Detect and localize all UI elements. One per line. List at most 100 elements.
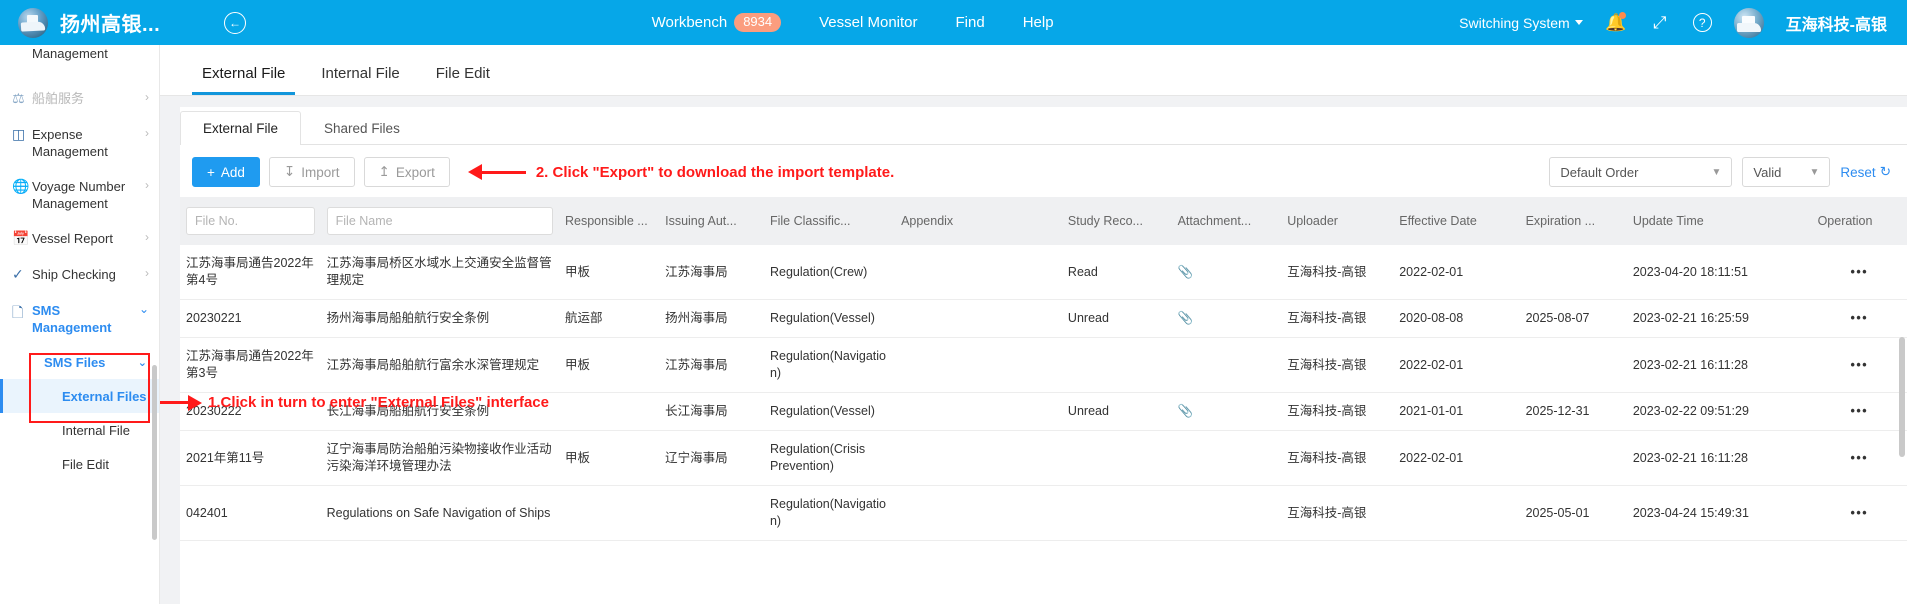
paperclip-icon[interactable]: 📎 bbox=[1171, 299, 1282, 338]
add-button-label: Add bbox=[220, 164, 245, 180]
blank-icon bbox=[12, 45, 32, 54]
question-circle-icon[interactable]: ? bbox=[1692, 13, 1712, 32]
sidebar-collapse-icon[interactable]: ← bbox=[224, 11, 246, 34]
avatar[interactable] bbox=[1733, 7, 1764, 38]
card-tabs: External File Shared Files bbox=[180, 107, 1907, 145]
cell-uploader: 互海科技-高银 bbox=[1281, 245, 1394, 300]
sidebar-item-management-cont[interactable]: Management bbox=[0, 45, 159, 81]
cell-expiration-date bbox=[1519, 430, 1627, 486]
tab-file-edit[interactable]: File Edit bbox=[418, 65, 508, 95]
reset-button[interactable]: Reset ↻ bbox=[1840, 164, 1891, 180]
chevron-down-icon: ⌄ bbox=[137, 356, 147, 369]
sidebar-item-vessel-report[interactable]: 📅 Vessel Report › bbox=[0, 221, 159, 257]
cell-update-time: 2023-02-21 16:25:59 bbox=[1626, 299, 1812, 338]
annotation-step1-text: 1.Click in turn to enter "External Files… bbox=[208, 394, 549, 411]
bell-icon[interactable]: 🔔 bbox=[1605, 11, 1627, 34]
chevron-down-icon: ▼ bbox=[1809, 166, 1820, 178]
row-actions-button[interactable]: ••• bbox=[1811, 430, 1907, 486]
cell-appendix bbox=[895, 245, 1062, 300]
cell-attachment bbox=[1171, 337, 1282, 393]
nav-label-help: Help bbox=[1022, 13, 1054, 31]
th-attachment: Attachment... bbox=[1171, 197, 1282, 245]
paperclip-icon[interactable]: 📎 bbox=[1171, 392, 1282, 431]
cell-responsible: 航运部 bbox=[558, 299, 660, 338]
nav-item-workbench[interactable]: Workbench 8934 bbox=[652, 12, 782, 33]
table-row[interactable]: 江苏海事局通告2022年第4号 江苏海事局桥区水域水上交通安全监督管理规定 甲板… bbox=[180, 245, 1907, 300]
sidebar-item-sms-management[interactable]: 🗋 SMS Management ⌄ bbox=[0, 293, 159, 345]
arrow-shaft bbox=[481, 170, 526, 174]
sidebar-item-label: Expense Management bbox=[32, 127, 108, 159]
cell-file-name[interactable]: 辽宁海事局防治船舶污染物接收作业活动污染海洋环境管理办法 bbox=[320, 430, 559, 486]
sidebar-leaf-label: File Edit bbox=[62, 456, 109, 472]
sidebar-item-internal-file[interactable]: Internal File bbox=[0, 413, 159, 447]
annotation-step1: 1.Click in turn to enter "External Files… bbox=[160, 394, 549, 411]
cell-study-record: Read bbox=[1061, 245, 1172, 300]
cell-update-time: 2023-02-21 16:11:28 bbox=[1626, 430, 1812, 486]
nav-item-find[interactable]: Find bbox=[956, 14, 985, 31]
fullscreen-icon[interactable]: ⤢ bbox=[1649, 12, 1671, 34]
card-tab-shared-files[interactable]: Shared Files bbox=[301, 111, 423, 145]
nav-item-help[interactable]: Help bbox=[1023, 14, 1054, 31]
sidebar-scrollbar[interactable] bbox=[152, 365, 157, 540]
cell-effective-date: 2022-02-01 bbox=[1393, 337, 1520, 393]
cell-responsible: 甲板 bbox=[558, 337, 660, 393]
table-row[interactable]: 2021年第11号 辽宁海事局防治船舶污染物接收作业活动污染海洋环境管理办法 甲… bbox=[180, 430, 1907, 486]
export-button[interactable]: ↥ Export bbox=[363, 157, 450, 187]
file-name-filter-input[interactable] bbox=[326, 207, 553, 235]
sidebar-item-external-files[interactable]: External Files bbox=[0, 379, 159, 413]
import-button[interactable]: ↧ Import bbox=[268, 157, 355, 187]
cell-update-time: 2023-02-21 16:11:28 bbox=[1626, 337, 1812, 393]
file-no-filter-input[interactable] bbox=[186, 207, 315, 235]
row-actions-button[interactable]: ••• bbox=[1811, 245, 1907, 300]
cell-file-no: 2021年第11号 bbox=[180, 430, 321, 486]
database-icon: ◫ bbox=[12, 126, 26, 142]
cell-file-no: 20230221 bbox=[180, 299, 321, 338]
cell-appendix bbox=[895, 392, 1062, 431]
card-tab-external-file[interactable]: External File bbox=[180, 111, 302, 145]
table-row[interactable]: 042401 Regulations on Safe Navigation of… bbox=[180, 485, 1907, 541]
sidebar-item-file-edit[interactable]: File Edit bbox=[0, 447, 159, 481]
plus-icon: + bbox=[207, 164, 215, 180]
row-actions-button[interactable]: ••• bbox=[1811, 392, 1907, 431]
row-actions-button[interactable]: ••• bbox=[1811, 337, 1907, 393]
add-button[interactable]: + Add bbox=[192, 157, 260, 187]
row-actions-button[interactable]: ••• bbox=[1811, 299, 1907, 338]
annotation-step2-text: 2. Click "Export" to download the import… bbox=[535, 163, 895, 181]
cell-file-name[interactable]: 江苏海事局桥区水域水上交通安全监督管理规定 bbox=[320, 245, 559, 300]
table-scrollbar[interactable] bbox=[1899, 337, 1905, 457]
sidebar-item-ship-service[interactable]: ⚖ 船舶服务 › bbox=[0, 81, 159, 117]
cell-file-name[interactable]: 扬州海事局船舶航行安全条例 bbox=[320, 299, 559, 338]
reset-label: Reset bbox=[1840, 164, 1876, 180]
status-select[interactable]: Valid ▼ bbox=[1742, 157, 1831, 187]
cell-effective-date bbox=[1393, 485, 1520, 541]
tab-internal-file[interactable]: Internal File bbox=[303, 65, 417, 95]
sidebar-item-ship-checking[interactable]: ✓ Ship Checking › bbox=[0, 257, 159, 293]
check-circle-icon: ✓ bbox=[12, 266, 24, 282]
table-row[interactable]: 20230221 扬州海事局船舶航行安全条例 航运部 扬州海事局 Regulat… bbox=[180, 299, 1907, 338]
cell-file-name[interactable]: 江苏海事局船舶航行富余水深管理规定 bbox=[320, 337, 559, 393]
table-row[interactable]: 江苏海事局通告2022年第3号 江苏海事局船舶航行富余水深管理规定 甲板 江苏海… bbox=[180, 337, 1907, 393]
sidebar-item-sms-files[interactable]: SMS Files ⌄ bbox=[0, 345, 159, 379]
chevron-down-icon: ▼ bbox=[1711, 166, 1722, 178]
cell-responsible: 甲板 bbox=[558, 245, 660, 300]
sidebar-item-expense-management[interactable]: ◫ Expense Management › bbox=[0, 117, 159, 169]
sort-order-select[interactable]: Default Order ▼ bbox=[1549, 157, 1733, 187]
toolbar: + Add ↧ Import ↥ Export 2. Click "Export… bbox=[180, 145, 1907, 197]
th-responsible: Responsible ... bbox=[558, 197, 660, 245]
paperclip-icon[interactable]: 📎 bbox=[1171, 245, 1282, 300]
main-content: External File Internal File File Edit Ex… bbox=[160, 45, 1907, 604]
cell-issuing-authority bbox=[659, 485, 764, 541]
sidebar-item-label: Ship Checking bbox=[32, 267, 116, 282]
row-actions-button[interactable]: ••• bbox=[1811, 485, 1907, 541]
tab-external-file[interactable]: External File bbox=[184, 65, 303, 95]
cell-study-record bbox=[1061, 337, 1172, 393]
sidebar-item-voyage-number-management[interactable]: 🌐 Voyage Number Management › bbox=[0, 169, 159, 221]
cell-expiration-date: 2025-05-01 bbox=[1519, 485, 1627, 541]
switching-system-dropdown[interactable]: Switching System bbox=[1459, 15, 1583, 31]
nav-item-vessel-monitor[interactable]: Vessel Monitor bbox=[819, 14, 917, 31]
tab-label: File Edit bbox=[435, 65, 490, 82]
cell-uploader: 互海科技-高银 bbox=[1281, 299, 1394, 338]
app-root: 扬州高银... ← Workbench 8934 Vessel Monitor … bbox=[0, 0, 1907, 604]
status-value: Valid bbox=[1753, 164, 1782, 180]
cell-file-name[interactable]: Regulations on Safe Navigation of Ships bbox=[320, 485, 559, 541]
